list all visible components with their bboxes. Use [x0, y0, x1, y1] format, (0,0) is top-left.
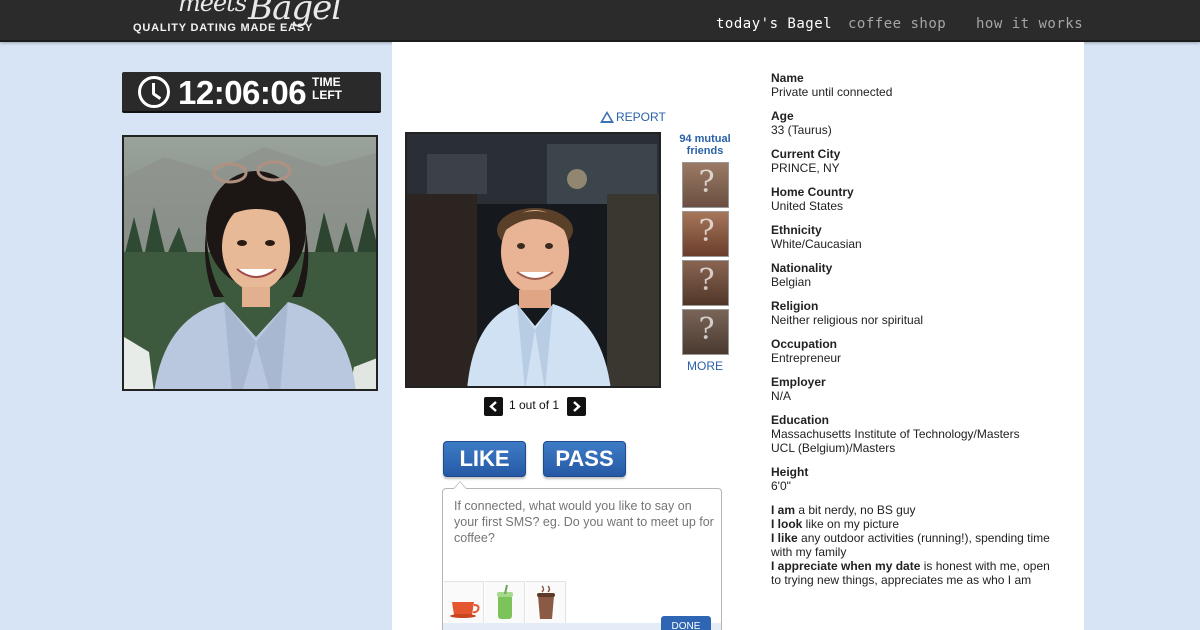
- question-mark-icon: ?: [698, 165, 715, 200]
- profile-field-employer: Employer N/A: [771, 375, 1061, 403]
- message-footer: DONE: [443, 616, 721, 630]
- profile-field-education: Education Massachusetts Institute of Tec…: [771, 413, 1061, 455]
- field-value: Neither religious nor spiritual: [771, 313, 924, 327]
- profile-field-home-country: Home Country United States: [771, 185, 1061, 213]
- logo-meets-text: meets: [178, 0, 247, 17]
- top-navigation-bar: meetsBagel QUALITY DATING MADE EASY toda…: [0, 0, 1200, 42]
- field-label: Height: [771, 465, 809, 479]
- previous-photo-button[interactable]: [484, 397, 503, 416]
- timer-label: TIME LEFT: [312, 75, 342, 102]
- nav-how-it-works[interactable]: how it works: [976, 16, 1083, 32]
- user-photo: [122, 135, 378, 391]
- user-photo-illustration: [124, 137, 376, 389]
- field-label: Home Country: [771, 185, 854, 199]
- about-text: a bit nerdy, no BS guy: [795, 503, 916, 517]
- done-button[interactable]: DONE: [661, 616, 711, 630]
- match-photo[interactable]: [405, 132, 661, 388]
- field-value: Entrepreneur: [771, 351, 842, 365]
- tagline: QUALITY DATING MADE EASY: [133, 22, 314, 34]
- coffee-cup-icon: [450, 602, 480, 618]
- timer-value: 12:06:06: [178, 74, 307, 111]
- question-mark-icon: ?: [698, 263, 715, 298]
- profile-field-religion: Religion Neither religious nor spiritual: [771, 299, 1061, 327]
- chevron-right-icon: [573, 401, 581, 412]
- field-label: Current City: [771, 147, 841, 161]
- field-label: Religion: [771, 299, 819, 313]
- pass-button[interactable]: PASS: [543, 441, 626, 477]
- about-lead: I like: [771, 531, 798, 545]
- about-lead: I look: [771, 517, 803, 531]
- more-friends-link[interactable]: MORE: [672, 359, 738, 373]
- iced-drink-icon: [497, 584, 513, 619]
- match-photo-illustration: [407, 134, 659, 386]
- field-label: Name: [771, 71, 804, 85]
- report-link[interactable]: REPORT: [600, 109, 666, 124]
- coffee-cup-option[interactable]: [444, 581, 484, 623]
- warning-triangle-icon: [600, 111, 614, 123]
- profile-field-occupation: Occupation Entrepreneur: [771, 337, 1061, 365]
- field-label: Age: [771, 109, 794, 123]
- mutual-friend-thumbnail[interactable]: ?: [682, 211, 729, 257]
- hot-chocolate-icon: [537, 585, 555, 619]
- field-value-secondary: UCL (Belgium)/Masters: [771, 441, 896, 455]
- question-mark-icon: ?: [698, 214, 715, 249]
- profile-field-age: Age 33 (Taurus): [771, 109, 1061, 137]
- nav-coffee-shop[interactable]: coffee shop: [848, 16, 946, 32]
- question-mark-icon: ?: [698, 312, 715, 347]
- mutual-friend-thumbnail[interactable]: ?: [682, 260, 729, 306]
- field-value: 6'0": [771, 479, 791, 493]
- field-label: Employer: [771, 375, 826, 389]
- about-text: any outdoor activities (running!), spend…: [771, 531, 1050, 559]
- clock-icon: [138, 76, 170, 108]
- about-line: I like any outdoor activities (running!)…: [771, 531, 1061, 559]
- field-label: Education: [771, 413, 830, 427]
- about-line: I look like on my picture: [771, 517, 1061, 531]
- about-line: I am a bit nerdy, no BS guy: [771, 503, 1061, 517]
- profile-field-current-city: Current City PRINCE, NY: [771, 147, 1061, 175]
- field-value: White/Caucasian: [771, 237, 862, 251]
- field-label: Nationality: [771, 261, 833, 275]
- field-value: 33 (Taurus): [771, 123, 832, 137]
- profile-field-name: Name Private until connected: [771, 71, 1061, 99]
- photo-pager-text: 1 out of 1: [509, 398, 560, 412]
- hot-chocolate-option[interactable]: [526, 581, 566, 623]
- profile-field-nationality: Nationality Belgian: [771, 261, 1061, 289]
- nav-todays-bagel[interactable]: today's Bagel: [716, 16, 832, 32]
- field-value: N/A: [771, 389, 792, 403]
- about-section: I am a bit nerdy, no BS guy I look like …: [771, 503, 1061, 587]
- field-value: United States: [771, 199, 844, 213]
- profile-details: Name Private until connected Age 33 (Tau…: [771, 71, 1061, 587]
- about-text: like on my picture: [802, 517, 900, 531]
- field-value: Belgian: [771, 275, 812, 289]
- first-message-box: DONE: [442, 481, 722, 630]
- field-value: Private until connected: [771, 85, 893, 99]
- profile-field-ethnicity: Ethnicity White/Caucasian: [771, 223, 1061, 251]
- like-button[interactable]: LIKE: [443, 441, 526, 477]
- field-label: Ethnicity: [771, 223, 822, 237]
- field-value: Massachusetts Institute of Technology/Ma…: [771, 427, 1020, 441]
- about-lead: I appreciate when my date: [771, 559, 921, 573]
- mutual-friend-thumbnail[interactable]: ?: [682, 162, 729, 208]
- first-sms-input[interactable]: [454, 498, 716, 554]
- about-lead: I am: [771, 503, 796, 517]
- field-value: PRINCE, NY: [771, 161, 840, 175]
- photo-pager: 1 out of 1: [484, 397, 586, 417]
- iced-drink-option[interactable]: [485, 581, 525, 623]
- next-photo-button[interactable]: [567, 397, 586, 416]
- chevron-left-icon: [489, 401, 497, 412]
- report-label: REPORT: [616, 110, 666, 124]
- mutual-friend-thumbnail[interactable]: ?: [682, 309, 729, 355]
- about-line: I appreciate when my date is honest with…: [771, 559, 1061, 587]
- field-label: Occupation: [771, 337, 838, 351]
- profile-field-height: Height 6'0": [771, 465, 1061, 493]
- mutual-friends-label[interactable]: 94 mutual friends: [672, 133, 738, 157]
